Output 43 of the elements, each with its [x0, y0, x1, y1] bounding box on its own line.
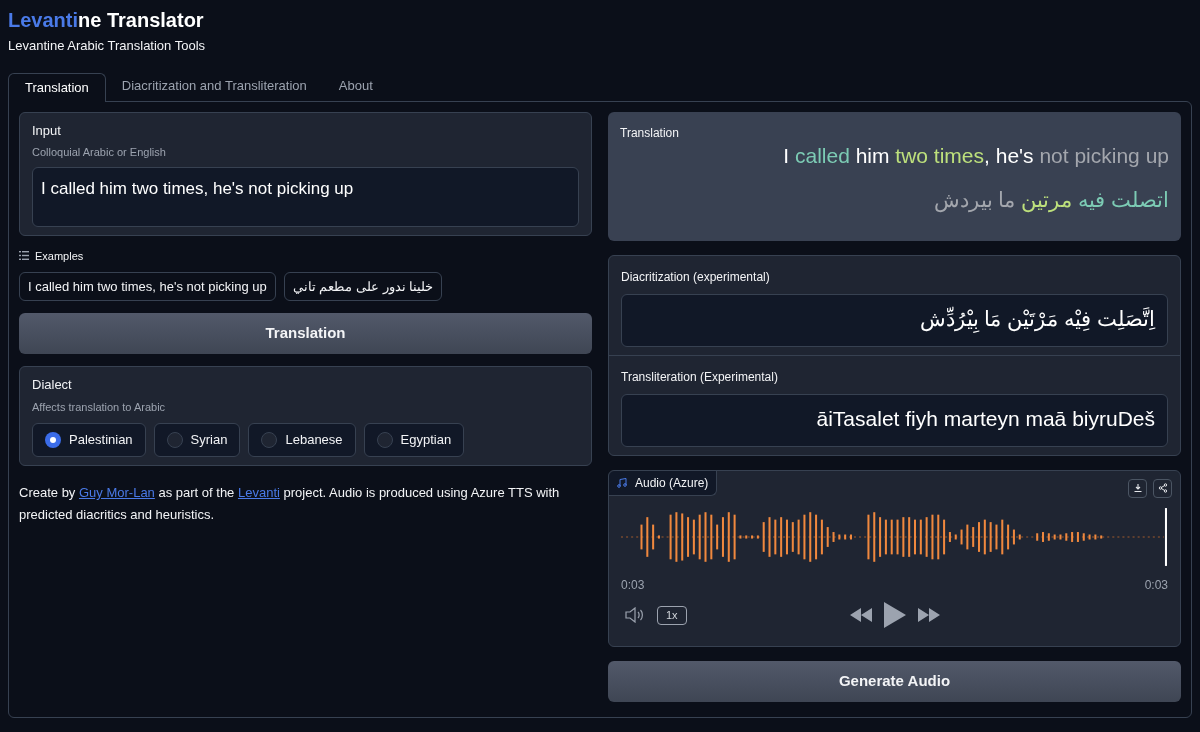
- rewind-icon[interactable]: [849, 608, 872, 622]
- diacritization-field[interactable]: اِتَّصَلِت فِيْه مَرْتَيْن مَا بِيْرُدِّش: [621, 293, 1168, 347]
- field-label: Diacritization (experimental): [621, 268, 770, 286]
- example-chip[interactable]: خلينا ندور على مطعم تاني: [283, 272, 443, 301]
- share-button[interactable]: [1153, 478, 1172, 498]
- example-chip[interactable]: I called him two times, he's not picking up: [19, 272, 276, 301]
- tab[interactable]: About: [322, 71, 389, 101]
- audio-label: Audio (Azure): [635, 474, 709, 492]
- duration-time: 0:03: [1144, 576, 1168, 594]
- radio-option[interactable]: Lebanese: [248, 423, 356, 457]
- radio-option[interactable]: Egyptian: [363, 423, 465, 457]
- tab[interactable]: Translation: [8, 72, 106, 102]
- radio-option[interactable]: Palestinian: [32, 423, 146, 457]
- credits-text: Create by Guy Mor-Lan as part of the Levanti project. Audio is produced using Azure TTS with predicted diacritics and heuristics.: [19, 484, 561, 524]
- credit-link[interactable]: Guy Mor-Lan: [79, 485, 155, 500]
- examples-label: Examples: [35, 248, 84, 264]
- field-label: Dialect: [32, 376, 72, 394]
- music-note-icon: [617, 477, 627, 488]
- radio-option[interactable]: Syrian: [153, 423, 241, 457]
- download-button[interactable]: [1128, 478, 1147, 498]
- download-icon: [1132, 483, 1143, 493]
- app-title: Levantine Translator: [8, 9, 204, 31]
- credit-link[interactable]: Levanti: [237, 485, 280, 500]
- speed-button[interactable]: 1x: [657, 605, 687, 625]
- play-icon[interactable]: [883, 602, 906, 628]
- fast-forward-icon[interactable]: [917, 608, 940, 622]
- arabic-translation: اتصلت فيه مرتين ما بيردش: [933, 186, 1169, 214]
- volume-icon[interactable]: [625, 607, 645, 623]
- list-icon: [19, 251, 29, 261]
- field-label: Transliteration (Experimental): [621, 368, 778, 386]
- field-hint: Colloquial Arabic or English: [32, 145, 166, 160]
- field-hint: Affects translation to Arabic: [32, 399, 166, 415]
- tab[interactable]: Diacritization and Transliteration: [105, 71, 323, 101]
- transliteration-field[interactable]: āiTasalet fiyh marteyn maā biyruDeš: [621, 393, 1168, 447]
- field-label: Translation: [620, 124, 679, 142]
- translate-button[interactable]: Translation: [19, 313, 592, 354]
- generate-audio-button[interactable]: Generate Audio: [608, 660, 1181, 702]
- current-time: 0:03: [621, 576, 645, 594]
- share-icon: [1157, 483, 1168, 493]
- english-translation: I called him two times, he's not picking up: [783, 142, 1169, 169]
- field-label: Input: [32, 121, 61, 140]
- app-subtitle: Levantine Arabic Translation Tools: [8, 37, 206, 55]
- input-field[interactable]: I called him two times, he's not picking up: [32, 166, 579, 227]
